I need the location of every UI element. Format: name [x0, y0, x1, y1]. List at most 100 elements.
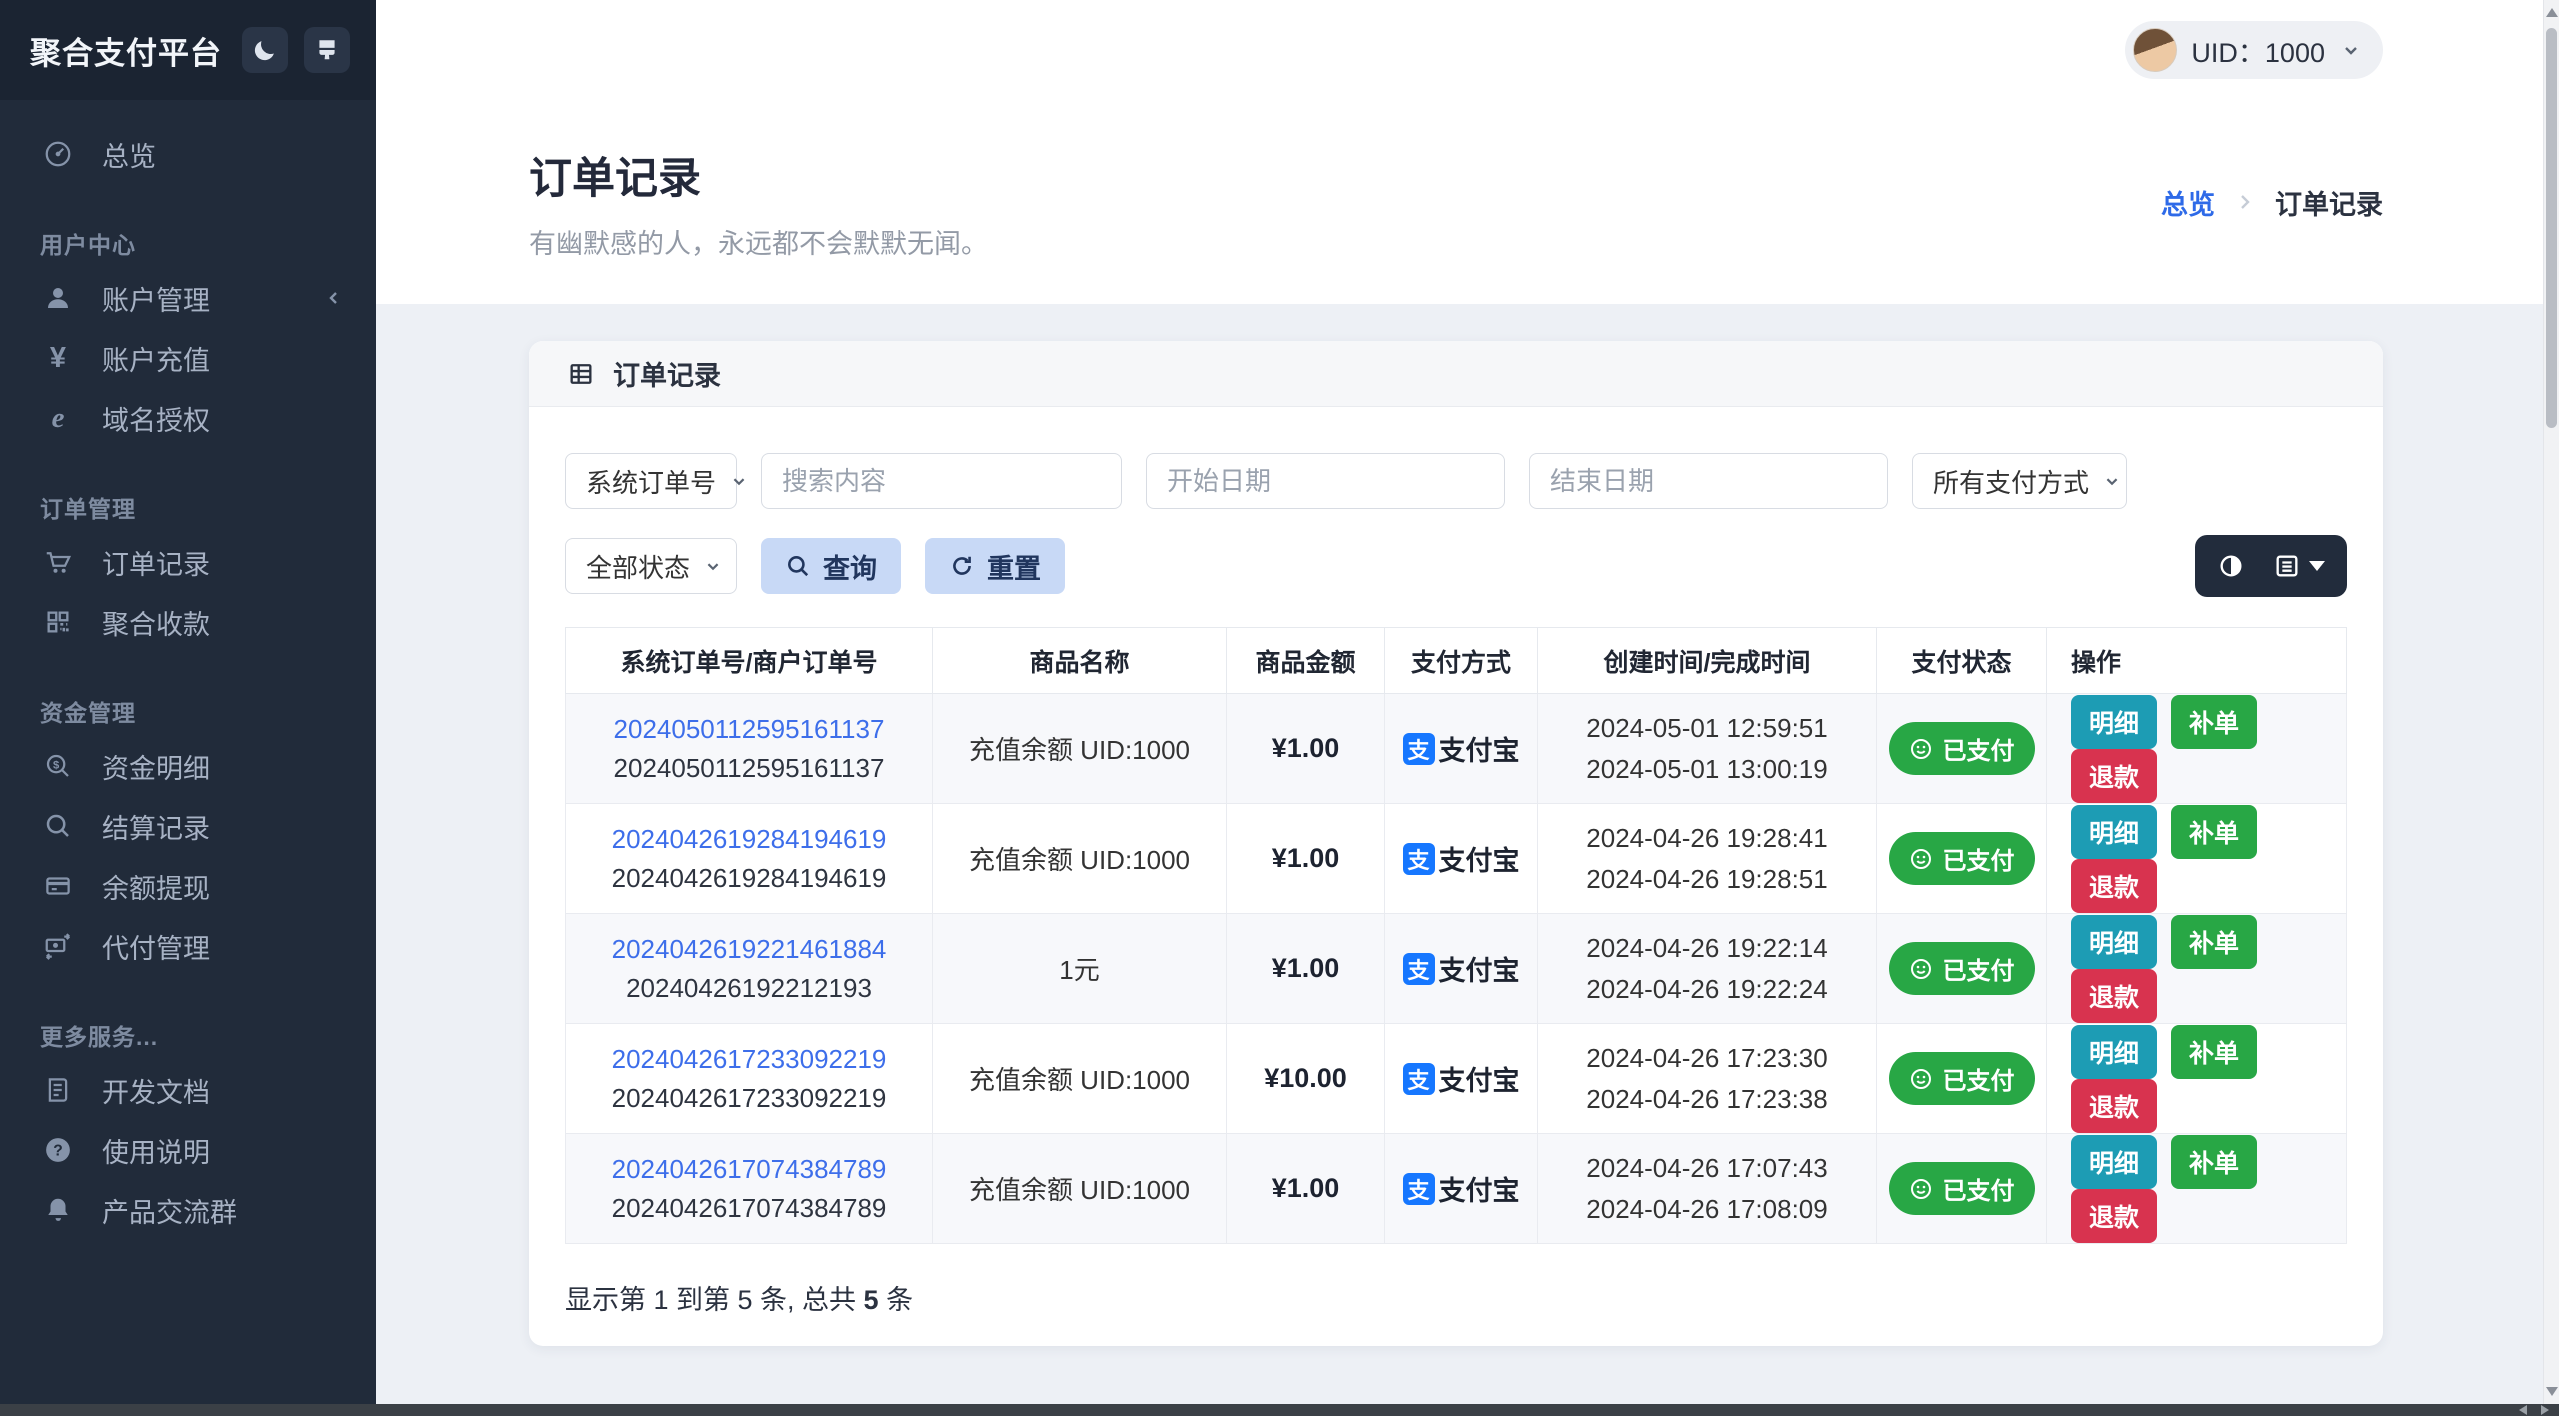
status-select[interactable]: 全部状态 — [565, 538, 737, 594]
scroll-up-arrow-icon[interactable] — [2546, 8, 2558, 17]
card-title: 订单记录 — [613, 361, 721, 391]
status-badge: 已支付 — [1888, 832, 2035, 885]
detail-button[interactable]: 明细 — [2071, 804, 2158, 859]
detail-button[interactable]: 明细 — [2071, 914, 2158, 969]
smiley-icon — [1910, 1068, 1931, 1089]
created-time: 2024-04-26 19:22:14 — [1586, 933, 1828, 964]
columns-button[interactable] — [2273, 552, 2325, 580]
toggle-icon — [2217, 552, 2245, 580]
sidebar-item-label: 代付管理 — [102, 933, 210, 964]
horizontal-scrollbar[interactable] — [0, 1404, 2559, 1416]
product-name: 充值余额 UID:1000 — [932, 693, 1227, 804]
smiley-icon — [1910, 738, 1931, 759]
sidebar-item-label: 总览 — [102, 141, 156, 172]
completed-time: 2024-04-26 19:22:24 — [1586, 973, 1828, 1004]
reissue-button[interactable]: 补单 — [2171, 1134, 2258, 1189]
sidebar-item-domain-auth[interactable]: e 域名授权 — [0, 388, 376, 448]
refund-button[interactable]: 退款 — [2071, 1188, 2158, 1243]
theme-button[interactable] — [304, 27, 350, 73]
sidebar-item-aggregate-collect[interactable]: 聚合收款 — [0, 592, 376, 652]
card-icon — [40, 871, 76, 901]
sidebar-item-order-records[interactable]: 订单记录 — [0, 532, 376, 592]
breadcrumb-home-link[interactable]: 总览 — [2161, 183, 2215, 222]
chevron-down-icon — [2101, 470, 2123, 492]
alipay-icon: 支 — [1402, 842, 1435, 875]
merchant-order-no: 20240426192212193 — [626, 972, 872, 1003]
product-name: 充值余额 UID:1000 — [932, 1133, 1227, 1244]
pay-method: 支支付宝 — [1402, 839, 1520, 878]
search-input[interactable] — [761, 453, 1122, 509]
sidebar-item-balance-withdraw[interactable]: 余额提现 — [0, 856, 376, 916]
end-date-input[interactable] — [1529, 453, 1888, 509]
vertical-scrollbar-thumb[interactable] — [2546, 28, 2557, 428]
status-badge: 已支付 — [1888, 1162, 2035, 1215]
moon-icon — [252, 37, 278, 63]
start-date-input[interactable] — [1146, 453, 1505, 509]
pay-method-select[interactable]: 所有支付方式 — [1912, 453, 2127, 509]
sidebar-item-label: 产品交流群 — [102, 1197, 237, 1228]
reissue-button[interactable]: 补单 — [2171, 914, 2258, 969]
sys-order-link[interactable]: 2024042619221461884 — [576, 934, 922, 965]
svg-text:?: ? — [53, 1143, 63, 1160]
sys-order-link[interactable]: 2024042617074384789 — [576, 1154, 922, 1185]
completed-time: 2024-04-26 19:28:51 — [1586, 863, 1828, 894]
user-menu[interactable]: UID：1000 — [2125, 21, 2383, 79]
sidebar-header: 聚合支付平台 — [0, 0, 376, 100]
sys-order-link[interactable]: 2024050112595161137 — [576, 714, 922, 745]
table-row: 2024042619221461884 20240426192212193 1元 … — [565, 913, 2347, 1024]
refund-button[interactable]: 退款 — [2071, 1078, 2158, 1133]
reissue-button[interactable]: 补单 — [2171, 1024, 2258, 1079]
sidebar-item-product-group[interactable]: 产品交流群 — [0, 1180, 376, 1240]
order-no-type-select[interactable]: 系统订单号 — [565, 453, 745, 509]
sidebar-item-usage-guide[interactable]: ? 使用说明 — [0, 1120, 376, 1180]
question-circle-icon: ? — [40, 1135, 76, 1165]
table-row: 2024042617074384789 2024042617074384789 充… — [565, 1133, 2347, 1244]
search-dollar-icon: $ — [40, 751, 76, 781]
sidebar-item-settlement-records[interactable]: 结算记录 — [0, 796, 376, 856]
scroll-right-arrow-icon[interactable] — [2541, 1405, 2549, 1415]
page-subtitle: 有幽默感的人，永远都不会默默无闻。 — [529, 228, 988, 259]
toggle-view-button[interactable] — [2217, 552, 2245, 580]
dark-mode-button[interactable] — [242, 27, 288, 73]
chevron-left-icon — [322, 286, 346, 310]
sidebar-item-fund-details[interactable]: $ 资金明细 — [0, 736, 376, 796]
scroll-down-arrow-icon[interactable] — [2546, 1387, 2558, 1396]
search-icon — [40, 811, 76, 841]
vertical-scrollbar[interactable] — [2543, 0, 2559, 1404]
product-name: 1元 — [932, 913, 1227, 1024]
detail-button[interactable]: 明细 — [2071, 694, 2158, 749]
scroll-left-arrow-icon[interactable] — [2519, 1405, 2527, 1415]
sidebar-item-overview[interactable]: 总览 — [0, 124, 376, 184]
order-no-type-value: 系统订单号 — [586, 467, 717, 498]
status-badge: 已支付 — [1888, 722, 2035, 775]
detail-button[interactable]: 明细 — [2071, 1024, 2158, 1079]
merchant-order-no: 2024050112595161137 — [613, 752, 885, 783]
sys-order-link[interactable]: 2024042617233092219 — [576, 1044, 922, 1075]
sidebar-item-account-recharge[interactable]: ¥ 账户充值 — [0, 328, 376, 388]
reissue-button[interactable]: 补单 — [2171, 694, 2258, 749]
sidebar-item-dev-docs[interactable]: 开发文档 — [0, 1060, 376, 1120]
brush-icon — [314, 37, 340, 63]
filter-row-2: 全部状态 查询 重置 — [565, 535, 2347, 597]
filter-row-1: 系统订单号 所有支付方式 — [565, 453, 2347, 509]
reset-button[interactable]: 重置 — [925, 538, 1065, 594]
sys-order-link[interactable]: 2024042619284194619 — [576, 824, 922, 855]
pay-method-value: 所有支付方式 — [1933, 467, 2090, 498]
orders-table: 系统订单号/商户订单号 商品名称 商品金额 支付方式 创建时间/完成时间 支付状… — [565, 627, 2347, 1244]
alipay-icon: 支 — [1402, 732, 1435, 765]
refund-button[interactable]: 退款 — [2071, 968, 2158, 1023]
reissue-button[interactable]: 补单 — [2171, 804, 2258, 859]
alipay-icon: 支 — [1402, 1172, 1435, 1205]
sidebar-item-account-manage[interactable]: 账户管理 — [0, 268, 376, 328]
col-product: 商品名称 — [932, 627, 1227, 694]
refund-button[interactable]: 退款 — [2071, 748, 2158, 803]
amount: ¥1.00 — [1226, 803, 1385, 914]
query-button-label: 查询 — [823, 553, 877, 584]
detail-button[interactable]: 明细 — [2071, 1134, 2158, 1189]
query-button[interactable]: 查询 — [761, 538, 901, 594]
sidebar-item-payout-manage[interactable]: 代付管理 — [0, 916, 376, 976]
refund-button[interactable]: 退款 — [2071, 858, 2158, 913]
status-value: 全部状态 — [586, 552, 691, 583]
table-row: 2024042617233092219 2024042617233092219 充… — [565, 1023, 2347, 1134]
table-icon — [563, 360, 599, 388]
